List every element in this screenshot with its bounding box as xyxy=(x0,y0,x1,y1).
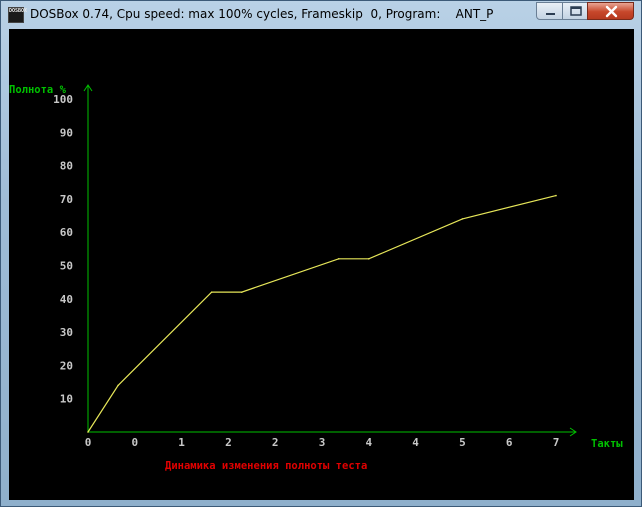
data-point xyxy=(368,258,370,260)
y-tick-label: 80 xyxy=(60,160,73,173)
data-point xyxy=(337,258,340,260)
data-points xyxy=(87,194,557,433)
y-tick-label: 70 xyxy=(60,193,73,206)
data-point xyxy=(555,194,557,197)
y-tick-label: 50 xyxy=(60,260,73,273)
y-tick-labels: 102030405060708090100 xyxy=(53,93,73,406)
x-tick-label: 7 xyxy=(553,436,560,449)
title-bar[interactable]: DOSBOX DOSBox 0.74, Cpu speed: max 100% … xyxy=(1,1,641,29)
x-tick-label: 0 xyxy=(85,436,92,449)
y-tick-label: 30 xyxy=(60,326,73,339)
x-tick-labels: 0 0 1 2 2 3 4 4 5 6 7 xyxy=(85,436,560,449)
minimize-button[interactable] xyxy=(536,2,563,20)
x-axis-label: Такты xyxy=(591,438,623,450)
close-button[interactable] xyxy=(587,2,634,20)
y-tick-label: 20 xyxy=(60,359,73,372)
x-tick-label: 1 xyxy=(178,436,185,449)
window-title: DOSBox 0.74, Cpu speed: max 100% cycles,… xyxy=(30,7,494,21)
minimize-icon xyxy=(546,13,555,15)
dosbox-window: DOSBOX DOSBox 0.74, Cpu speed: max 100% … xyxy=(0,0,642,507)
dos-screen[interactable]: 10 20 30 40 50 60 70 80 90 100 00122344567 Полнот… xyxy=(9,29,634,500)
chart-caption: Динамика изменения полноты теста xyxy=(165,460,367,472)
x-tick-label: 2 xyxy=(225,436,232,449)
x-tick-label: 3 xyxy=(319,436,326,449)
data-point xyxy=(117,384,119,387)
y-tick-label: 10 xyxy=(60,393,73,406)
y-axis-label: Полнота % xyxy=(9,84,67,96)
app-icon-text: DOSBOX xyxy=(9,8,28,14)
maximize-icon xyxy=(570,6,582,16)
y-tick-label: 40 xyxy=(60,293,73,306)
y-tick-label: 90 xyxy=(60,126,73,139)
x-tick-label: 4 xyxy=(412,436,419,449)
data-point xyxy=(461,218,464,220)
x-tick-label: 4 xyxy=(365,436,372,449)
close-icon xyxy=(605,5,618,18)
dosbox-app-icon[interactable]: DOSBOX xyxy=(8,7,28,23)
maximize-button[interactable] xyxy=(562,2,588,20)
data-point xyxy=(240,291,243,293)
x-tick-label: 5 xyxy=(459,436,466,449)
data-point xyxy=(87,431,89,433)
completeness-chart: 102030405060708090100 00122344567 Полнот… xyxy=(9,84,623,472)
data-point xyxy=(210,291,213,293)
y-tick-label: 60 xyxy=(60,226,73,239)
x-tick-label: 2 xyxy=(272,436,279,449)
x-tick-label: 6 xyxy=(506,436,513,449)
chart-axes xyxy=(83,84,577,437)
series-line xyxy=(87,195,557,433)
x-tick-label: 0 xyxy=(131,436,138,449)
